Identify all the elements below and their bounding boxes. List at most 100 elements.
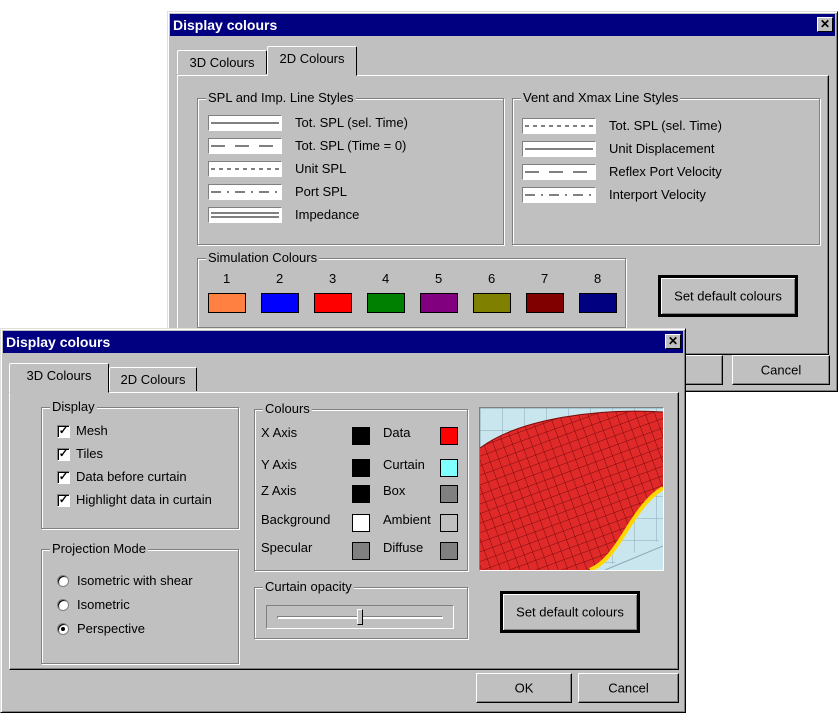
vent-line-style-label: Reflex Port Velocity xyxy=(609,164,722,179)
simulation-colour-swatch[interactable] xyxy=(526,293,564,313)
back-close-button[interactable]: ✕ xyxy=(817,17,833,32)
spl-line-style-sample[interactable] xyxy=(208,207,282,223)
surface-plot-graphic xyxy=(480,408,663,570)
colour-label: Background xyxy=(261,512,331,527)
ok-button[interactable]: OK xyxy=(476,673,572,703)
checkbox-label: Data before curtain xyxy=(76,469,187,484)
3d-preview-image xyxy=(479,407,664,571)
back-cancel-label: Cancel xyxy=(760,362,802,378)
radio-button[interactable] xyxy=(57,599,69,611)
colour-swatch[interactable] xyxy=(352,542,370,560)
simulation-colour-number: 4 xyxy=(382,271,390,286)
sim-group-label: Simulation Colours xyxy=(206,250,320,265)
back-tab-2d-label: 2D Colours xyxy=(279,51,345,66)
colour-label: X Axis xyxy=(261,425,298,440)
spl-group-label: SPL and Imp. Line Styles xyxy=(206,90,356,105)
radio-label: Isometric xyxy=(77,597,130,612)
display-group: Display xyxy=(41,399,239,529)
spl-line-style-sample[interactable] xyxy=(208,138,282,154)
colour-swatch[interactable] xyxy=(440,542,458,560)
back-tab-2d-colours[interactable]: 2D Colours xyxy=(267,46,357,76)
simulation-colour-number: 2 xyxy=(276,271,284,286)
colour-swatch[interactable] xyxy=(440,485,458,503)
simulation-colour-swatch[interactable] xyxy=(420,293,458,313)
spl-line-style-sample[interactable] xyxy=(208,161,282,177)
checkbox[interactable]: ✓ xyxy=(57,425,70,438)
colour-label: Ambient xyxy=(383,512,431,527)
back-titlebar[interactable]: Display colours ✕ xyxy=(170,14,835,36)
simulation-colour-number: 3 xyxy=(329,271,337,286)
vent-line-style-sample[interactable] xyxy=(522,118,596,134)
radio-label: Isometric with shear xyxy=(77,573,193,588)
close-icon: ✕ xyxy=(819,17,831,31)
back-set-default-colours-button[interactable]: Set default colours xyxy=(658,275,798,317)
colour-label: Curtain xyxy=(383,457,425,472)
slider-thumb[interactable] xyxy=(357,609,363,625)
colour-swatch[interactable] xyxy=(440,514,458,532)
simulation-colour-number: 8 xyxy=(594,271,602,286)
front-tab-2d-colours[interactable]: 2D Colours xyxy=(109,367,197,391)
checkbox[interactable]: ✓ xyxy=(57,494,70,507)
radio-dot-icon xyxy=(61,627,65,631)
front-dialog: Display colours ✕ 3D Colours 2D Colours … xyxy=(0,328,686,713)
curtain-opacity-label: Curtain opacity xyxy=(263,579,354,594)
back-cancel-button[interactable]: Cancel xyxy=(732,355,830,385)
display-group-label: Display xyxy=(50,399,97,414)
front-tab-2d-label: 2D Colours xyxy=(120,372,186,387)
spl-line-style-label: Tot. SPL (sel. Time) xyxy=(295,115,408,130)
front-close-button[interactable]: ✕ xyxy=(665,334,681,349)
vent-line-style-sample[interactable] xyxy=(522,141,596,157)
simulation-colour-number: 7 xyxy=(541,271,549,286)
spl-line-style-sample[interactable] xyxy=(208,184,282,200)
vent-line-style-label: Tot. SPL (sel. Time) xyxy=(609,118,722,133)
checkbox-label: Tiles xyxy=(76,446,103,461)
simulation-colour-swatch[interactable] xyxy=(208,293,246,313)
front-tab-3d-colours[interactable]: 3D Colours xyxy=(9,363,109,393)
back-set-default-label: Set default colours xyxy=(674,288,782,304)
colour-swatch[interactable] xyxy=(440,427,458,445)
spl-line-style-label: Impedance xyxy=(295,207,360,222)
radio-button[interactable] xyxy=(57,575,69,587)
colour-label: Data xyxy=(383,425,411,440)
simulation-colour-swatch[interactable] xyxy=(367,293,405,313)
front-titlebar[interactable]: Display colours ✕ xyxy=(3,331,683,353)
simulation-colour-swatch[interactable] xyxy=(473,293,511,313)
back-tab-3d-label: 3D Colours xyxy=(189,55,255,70)
vent-line-style-sample[interactable] xyxy=(522,164,596,180)
back-tab-3d-colours[interactable]: 3D Colours xyxy=(177,50,267,74)
simulation-colour-number: 5 xyxy=(435,271,443,286)
vent-line-style-label: Unit Displacement xyxy=(609,141,715,156)
colour-swatch[interactable] xyxy=(352,459,370,477)
check-icon: ✓ xyxy=(58,425,69,437)
simulation-colour-swatch[interactable] xyxy=(579,293,617,313)
ok-label: OK xyxy=(514,680,534,696)
colour-swatch[interactable] xyxy=(352,485,370,503)
colour-swatch[interactable] xyxy=(440,459,458,477)
front-dialog-title: Display colours xyxy=(6,334,111,350)
vent-line-style-sample[interactable] xyxy=(522,187,596,203)
simulation-colour-swatch[interactable] xyxy=(314,293,352,313)
front-cancel-button[interactable]: Cancel xyxy=(578,673,679,703)
simulation-colour-number: 1 xyxy=(223,271,231,286)
colour-swatch[interactable] xyxy=(352,514,370,532)
checkbox-label: Highlight data in curtain xyxy=(76,492,212,507)
spl-line-style-sample[interactable] xyxy=(208,115,282,131)
spl-line-style-label: Tot. SPL (Time = 0) xyxy=(295,138,407,153)
spl-line-style-label: Port SPL xyxy=(295,184,348,199)
checkbox[interactable]: ✓ xyxy=(57,448,70,461)
radio-button[interactable] xyxy=(57,623,69,635)
checkbox[interactable]: ✓ xyxy=(57,471,70,484)
colour-label: Diffuse xyxy=(383,540,424,555)
radio-label: Perspective xyxy=(77,621,145,636)
simulation-colour-number: 6 xyxy=(488,271,496,286)
colours-group-label: Colours xyxy=(263,401,312,416)
projection-mode-group: Projection Mode xyxy=(41,541,239,664)
close-icon: ✕ xyxy=(667,334,679,348)
front-set-default-colours-button[interactable]: Set default colours xyxy=(500,591,640,633)
front-tab-3d-label: 3D Colours xyxy=(26,368,92,383)
simulation-colour-swatch[interactable] xyxy=(261,293,299,313)
check-icon: ✓ xyxy=(58,494,69,506)
colour-swatch[interactable] xyxy=(352,427,370,445)
spl-line-style-label: Unit SPL xyxy=(295,161,347,176)
curtain-opacity-slider[interactable] xyxy=(266,605,454,629)
